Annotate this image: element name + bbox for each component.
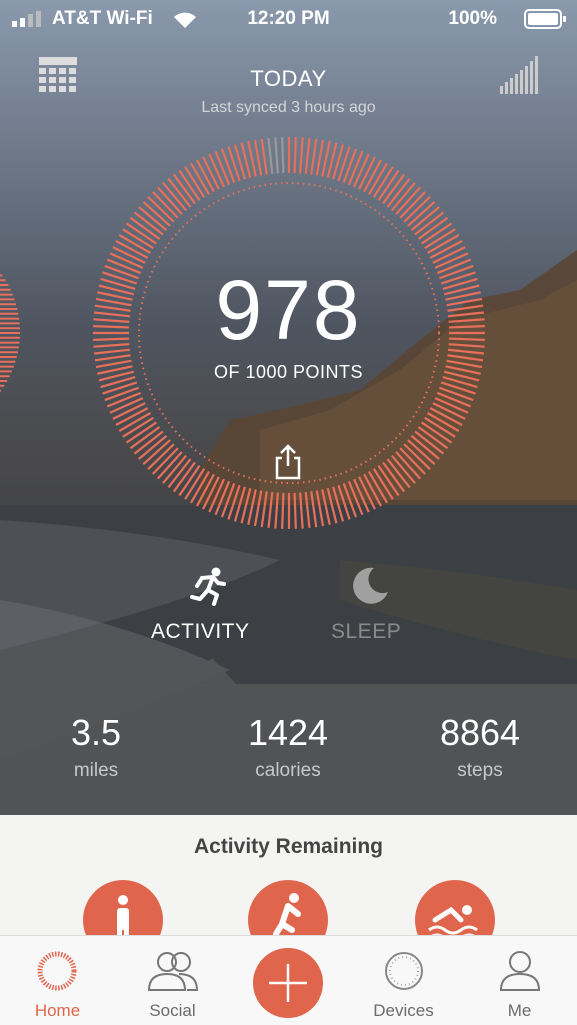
ring-tick <box>347 150 364 186</box>
activity-remaining-section: Activity Remaining <box>0 815 577 935</box>
stat-unit: calories <box>255 760 321 781</box>
ring-tick <box>208 153 225 188</box>
sync-status: Last synced 3 hours ago <box>201 99 376 116</box>
bottom-nav: Home Social Devices Me <box>0 935 577 1025</box>
stat-value: 3.5 <box>70 712 122 753</box>
ring-tick <box>267 137 274 174</box>
points-goal-label: OF 1000 POINTS <box>213 362 364 382</box>
stat-value: 8864 <box>439 712 521 753</box>
ring-tick <box>347 480 364 516</box>
section-title: Activity Remaining <box>193 835 384 858</box>
page-title: TODAY <box>250 66 327 91</box>
ring-tick <box>342 482 358 518</box>
stat-unit: miles <box>73 760 119 781</box>
nav-social[interactable]: Social <box>115 936 230 1025</box>
ring-tick <box>109 397 144 414</box>
status-bar: AT&T Wi-Fi 12:20 PM 100% <box>0 0 577 36</box>
ring-tick <box>299 137 304 174</box>
device-ring-icon <box>385 952 423 990</box>
tab-activity[interactable]: ACTIVITY <box>151 620 250 644</box>
tab-sleep[interactable]: SLEEP <box>331 620 401 644</box>
ring-tick <box>310 491 318 528</box>
add-button[interactable] <box>253 948 323 1018</box>
person-icon <box>499 951 541 991</box>
ring-tick <box>220 482 236 518</box>
swimming-person-icon[interactable] <box>415 880 495 935</box>
ring-tick <box>214 480 231 516</box>
moon-icon[interactable] <box>350 566 390 606</box>
nav-home[interactable]: Home <box>0 936 115 1025</box>
ring-tick <box>267 492 274 529</box>
bar-chart-icon[interactable] <box>500 56 538 94</box>
ring-tick <box>293 137 297 174</box>
ring-tick <box>315 490 325 527</box>
nav-label: Home <box>34 1001 81 1020</box>
nav-label: Devices <box>373 1001 434 1020</box>
nav-label: Me <box>507 1001 532 1020</box>
battery-percent: 100% <box>448 8 497 29</box>
ring-tick <box>315 139 325 176</box>
ring-tick <box>304 492 311 529</box>
running-person-icon[interactable] <box>248 880 328 935</box>
ring-tick <box>281 492 285 529</box>
walking-person-icon[interactable] <box>83 880 163 935</box>
ring-tick <box>260 138 268 175</box>
stat-miles: 3.5 miles <box>0 712 192 782</box>
stat-calories: 1424 calories <box>192 712 384 782</box>
running-icon[interactable] <box>188 566 228 606</box>
ring-tick <box>106 391 142 408</box>
ring-tick <box>281 137 285 174</box>
nav-me[interactable]: Me <box>462 936 577 1025</box>
ring-tick <box>253 490 263 527</box>
ring-tick <box>304 137 311 174</box>
active-tab-pointer <box>186 658 238 686</box>
people-icon <box>147 952 199 991</box>
ring-tick <box>220 148 236 184</box>
ring-tick <box>274 137 279 174</box>
battery-icon <box>524 9 566 29</box>
stats-panel: 3.5 miles 1424 calories 8864 steps <box>0 684 577 815</box>
ring-tick <box>274 492 279 529</box>
share-icon[interactable] <box>275 444 301 480</box>
points-value: 978 <box>215 263 362 357</box>
ring-tick <box>353 153 370 188</box>
nav-label: Social <box>149 1001 196 1020</box>
ring-tick <box>353 478 370 513</box>
ring-tick <box>208 478 225 513</box>
ring-tick <box>299 492 304 529</box>
ring-tick <box>438 386 474 402</box>
stat-value: 1424 <box>247 712 329 753</box>
ring-tick <box>104 386 140 402</box>
ring-tick <box>310 138 318 175</box>
plus-icon <box>269 964 307 1002</box>
ring-tick <box>260 491 268 528</box>
stat-unit: steps <box>457 760 503 781</box>
ring-tick <box>436 391 472 408</box>
ring-tick <box>293 492 297 529</box>
ring-tick <box>434 397 469 414</box>
ring-tick <box>342 148 358 184</box>
stat-steps: 8864 steps <box>384 712 576 782</box>
ring-tick <box>253 139 263 176</box>
ring-tick <box>214 150 231 186</box>
nav-devices[interactable]: Devices <box>346 936 461 1025</box>
home-ring-icon <box>37 951 77 991</box>
